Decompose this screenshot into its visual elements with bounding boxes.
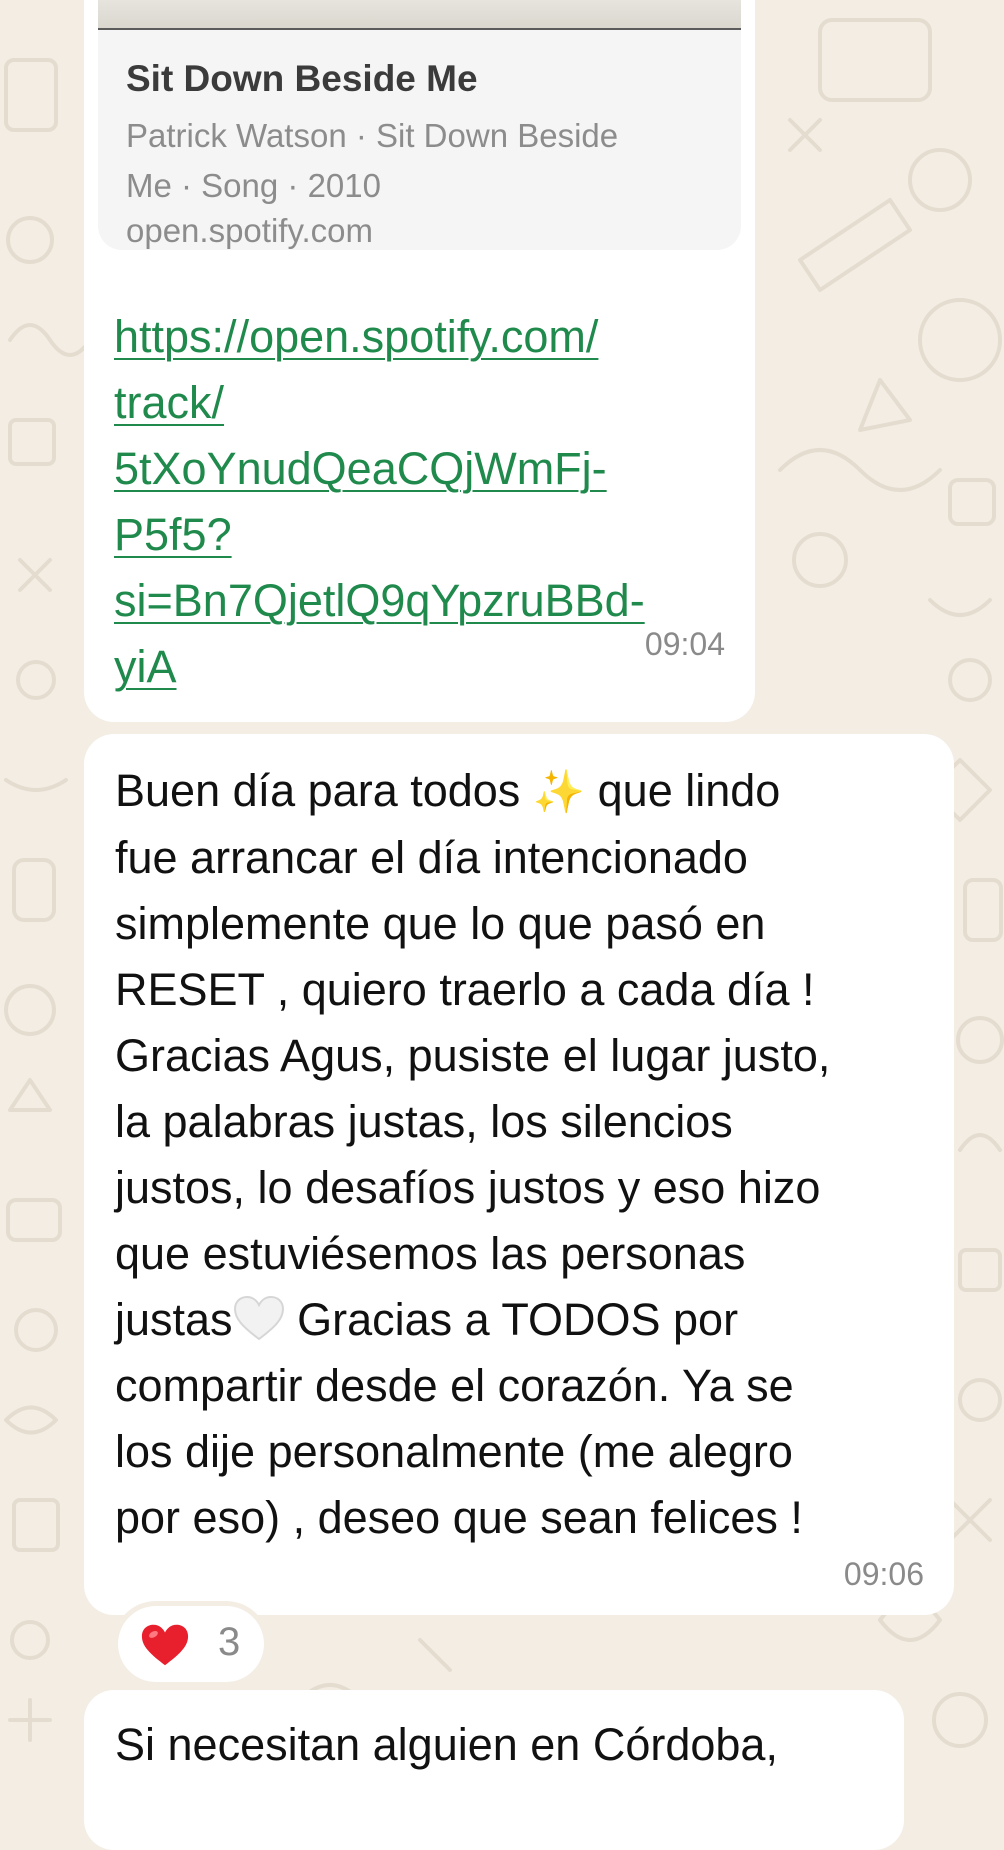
white-heart-icon [233, 1295, 284, 1341]
sparkles-emoji: ✨ [532, 768, 586, 815]
message-line: Gracias Agus, pusiste el lugar justo, [115, 1030, 831, 1081]
message-line: RESET , quiero traerlo a cada día ! [115, 964, 815, 1015]
message-link[interactable]: https://open.spotify.com/ track/ 5tXoYnu… [114, 304, 724, 700]
link-preview-card[interactable]: Sit Down Beside Me Patrick Watson · Sit … [98, 0, 741, 250]
message-line: compartir desde el corazón. Ya se [115, 1360, 794, 1411]
message-line: Si necesitan alguien en Córdoba, [115, 1719, 778, 1770]
message-text-segment: que lindo [597, 765, 781, 816]
message-line: justos, lo desafíos justos y eso hizo [115, 1162, 821, 1213]
preview-description-line: Me · Song · 2010 [126, 167, 381, 204]
link-line[interactable]: yiA [114, 634, 724, 700]
link-line[interactable]: 5tXoYnudQeaCQjWmFj- [114, 436, 724, 502]
message-bubble-text[interactable]: Si necesitan alguien en Córdoba, [84, 1690, 904, 1850]
message-text-segment: justas [115, 1294, 233, 1345]
reaction-chip[interactable]: 3 [118, 1606, 264, 1682]
message-line: justas Gracias a TODOS por [115, 1287, 945, 1353]
message-line: los dije personalmente (me alegro [115, 1426, 793, 1477]
reaction-count: 3 [218, 1620, 241, 1664]
preview-description-line: Patrick Watson · Sit Down Beside [126, 117, 619, 154]
message-timestamp: 09:06 [843, 1556, 924, 1592]
heart-red-icon [141, 1624, 189, 1666]
message-text-segment: Buen día para todos [115, 765, 521, 816]
link-line[interactable]: track/ [114, 370, 724, 436]
message-text-segment: Gracias a TODOS por [297, 1294, 739, 1345]
link-line[interactable]: P5f5? [114, 502, 724, 568]
link-line[interactable]: https://open.spotify.com/ [114, 304, 724, 370]
message-bubble-text[interactable]: Buen día para todos ✨ que lindo fue arra… [84, 734, 954, 1615]
link-line[interactable]: si=Bn7QjetlQ9qYpzruBBd- [114, 568, 724, 634]
message-line: fue arrancar el día intencionado [115, 832, 748, 883]
preview-domain: open.spotify.com [126, 212, 374, 249]
message-text: Buen día para todos ✨ que lindo fue arra… [115, 758, 945, 1551]
message-line: que estuviésemos las personas [115, 1228, 746, 1279]
message-timestamp: 09:04 [644, 626, 725, 662]
preview-title: Sit Down Beside Me [126, 58, 478, 99]
preview-description: Patrick Watson · Sit Down Beside Me · So… [126, 111, 716, 211]
message-bubble-link[interactable]: Sit Down Beside Me Patrick Watson · Sit … [84, 0, 755, 722]
message-line: por eso) , deseo que sean felices ! [115, 1492, 803, 1543]
message-line: la palabras justas, los silencios [115, 1096, 733, 1147]
message-line: Buen día para todos ✨ que lindo [115, 758, 945, 825]
preview-thumbnail [98, 0, 741, 30]
message-line: simplemente que lo que pasó en [115, 898, 766, 949]
message-text: Si necesitan alguien en Córdoba, [115, 1712, 945, 1778]
